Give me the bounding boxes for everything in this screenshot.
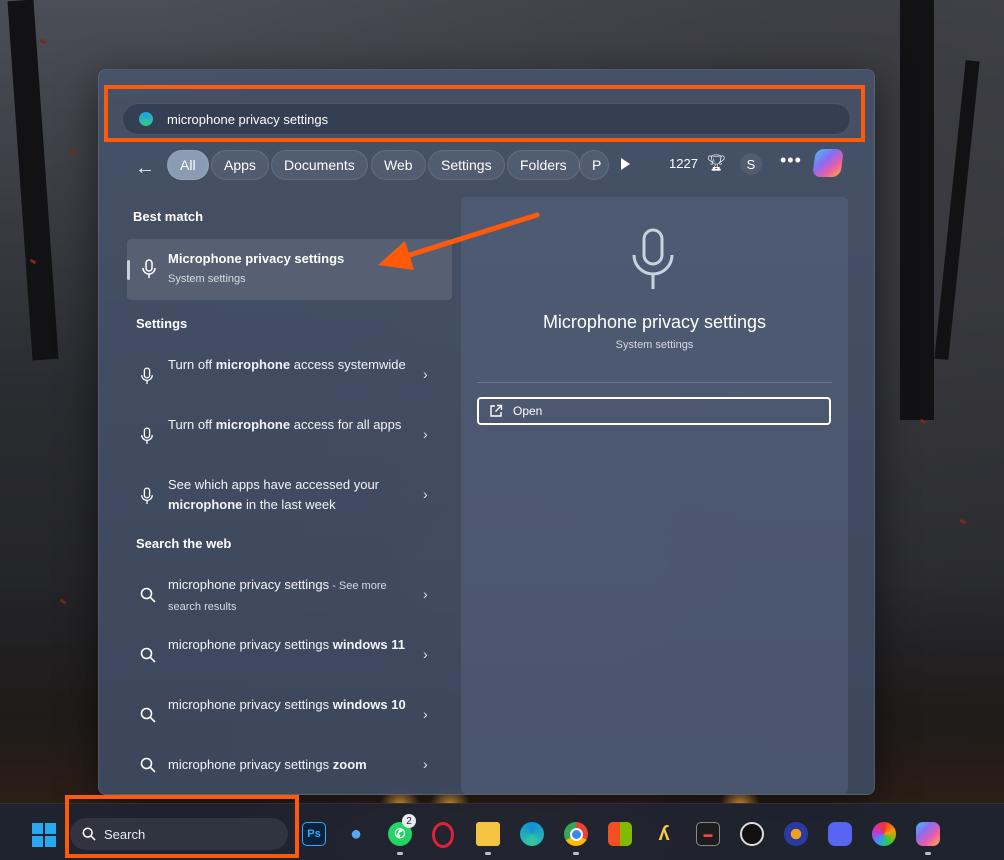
result-text: microphone privacy settings	[168, 577, 330, 592]
chevron-right-icon: ›	[423, 586, 428, 602]
running-indicator	[573, 852, 579, 855]
preview-subtitle: System settings	[615, 339, 694, 351]
microsoft-store-icon[interactable]	[608, 822, 632, 846]
best-match-title: Microphone privacy settings	[168, 251, 345, 266]
best-match-heading: Best match	[133, 209, 204, 224]
microphone-icon	[141, 367, 153, 384]
chevron-right-icon: ›	[423, 426, 428, 442]
whatsapp-badge: 2	[402, 814, 416, 828]
audio-app-icon[interactable]	[784, 822, 808, 846]
best-match-item[interactable]: Microphone privacy settings System setti…	[127, 239, 452, 300]
tab-all[interactable]: All	[167, 150, 209, 180]
result-bold-text: windows 10	[332, 697, 406, 712]
settings-result-item[interactable]: Turn off microphone access for all apps …	[127, 410, 452, 462]
web-result-item[interactable]: microphone privacy settings - See more s…	[127, 570, 452, 622]
open-button[interactable]: Open	[477, 397, 831, 425]
search-web-heading: Search the web	[136, 536, 232, 551]
web-result-item[interactable]: microphone privacy settings windows 11 ›	[127, 630, 452, 682]
result-bold-text: zoom	[332, 757, 367, 772]
microphone-icon	[142, 259, 156, 278]
tab-folders[interactable]: Folders	[507, 150, 580, 180]
copilot-icon[interactable]	[812, 149, 844, 177]
tab-more-partial[interactable]: P	[579, 150, 609, 180]
result-text: access systemwide	[290, 357, 406, 372]
chevron-right-icon: ›	[423, 756, 428, 772]
terminal-app-icon[interactable]: ▬	[696, 822, 720, 846]
discord-icon[interactable]	[828, 822, 852, 846]
more-options-icon[interactable]: •••	[780, 150, 802, 171]
trophy-icon[interactable]: 🏆︎	[706, 153, 726, 173]
microphone-icon	[141, 427, 153, 444]
play-icon[interactable]	[621, 158, 630, 170]
result-bold-text: microphone	[215, 417, 291, 432]
edge-icon[interactable]	[520, 822, 544, 846]
running-indicator	[485, 852, 491, 855]
result-text: Turn off	[168, 417, 216, 432]
chevron-right-icon: ›	[423, 646, 428, 662]
web-result-item[interactable]: microphone privacy settings windows 10 ›	[127, 690, 452, 742]
result-bold-text: microphone	[168, 497, 243, 512]
result-text: access for all apps	[290, 417, 402, 432]
result-text: See which apps have accessed your	[168, 477, 380, 492]
search-panel: ← All Apps Documents Web Settings Folder…	[98, 69, 875, 795]
search-icon	[140, 707, 156, 723]
taskbar-search-highlight-box	[65, 795, 299, 858]
obs-icon[interactable]	[740, 822, 764, 846]
result-text: microphone privacy settings	[168, 697, 333, 712]
preview-pane: Microphone privacy settings System setti…	[461, 197, 848, 794]
chevron-right-icon: ›	[423, 486, 428, 502]
microphone-icon	[141, 487, 153, 504]
divider	[477, 382, 832, 383]
search-icon	[140, 647, 156, 663]
photoshop-icon[interactable]: Ps	[302, 822, 326, 846]
tab-apps[interactable]: Apps	[211, 150, 269, 180]
chrome-icon[interactable]	[564, 822, 588, 846]
result-bold-text: windows 11	[332, 637, 405, 652]
settings-result-item[interactable]: Turn off microphone access systemwide ›	[127, 350, 452, 402]
open-external-icon	[490, 404, 503, 417]
opera-icon[interactable]	[432, 822, 454, 848]
search-icon	[140, 757, 156, 773]
best-match-subtitle: System settings	[168, 273, 246, 285]
chevron-right-icon: ›	[423, 706, 428, 722]
filter-bar: ← All Apps Documents Web Settings Folder…	[129, 149, 854, 184]
running-indicator	[925, 852, 931, 855]
result-text: microphone privacy settings	[168, 637, 333, 652]
tab-settings[interactable]: Settings	[428, 150, 505, 180]
settings-result-item[interactable]: See which apps have accessed your microp…	[127, 470, 452, 522]
search-highlight-box	[104, 85, 865, 142]
preview-title: Microphone privacy settings	[542, 312, 767, 332]
open-button-label: Open	[513, 404, 543, 418]
rewards-points: 1227	[669, 156, 698, 171]
result-bold-text: microphone	[215, 357, 291, 372]
file-explorer-icon[interactable]	[476, 822, 500, 846]
running-indicator	[397, 852, 403, 855]
microphone-icon	[632, 228, 674, 289]
color-app-icon[interactable]	[872, 822, 896, 846]
chevron-right-icon: ›	[423, 366, 428, 382]
result-text: Turn off	[168, 357, 216, 372]
copilot-icon[interactable]	[916, 822, 940, 846]
web-result-item[interactable]: microphone privacy settings zoom ›	[127, 750, 452, 790]
people-icon[interactable]: ●	[344, 822, 368, 846]
back-arrow-icon[interactable]: ←	[135, 157, 155, 180]
tab-web[interactable]: Web	[371, 150, 426, 180]
tab-documents[interactable]: Documents	[271, 150, 368, 180]
settings-heading: Settings	[136, 316, 188, 331]
windows-start-icon[interactable]	[32, 823, 56, 847]
selection-indicator	[127, 260, 130, 280]
avatar[interactable]: S	[740, 153, 762, 175]
result-text: in the last week	[242, 497, 336, 512]
yellow-app-icon[interactable]: ʎ	[652, 822, 676, 846]
search-icon	[140, 587, 156, 603]
result-text: microphone privacy settings	[168, 757, 333, 772]
